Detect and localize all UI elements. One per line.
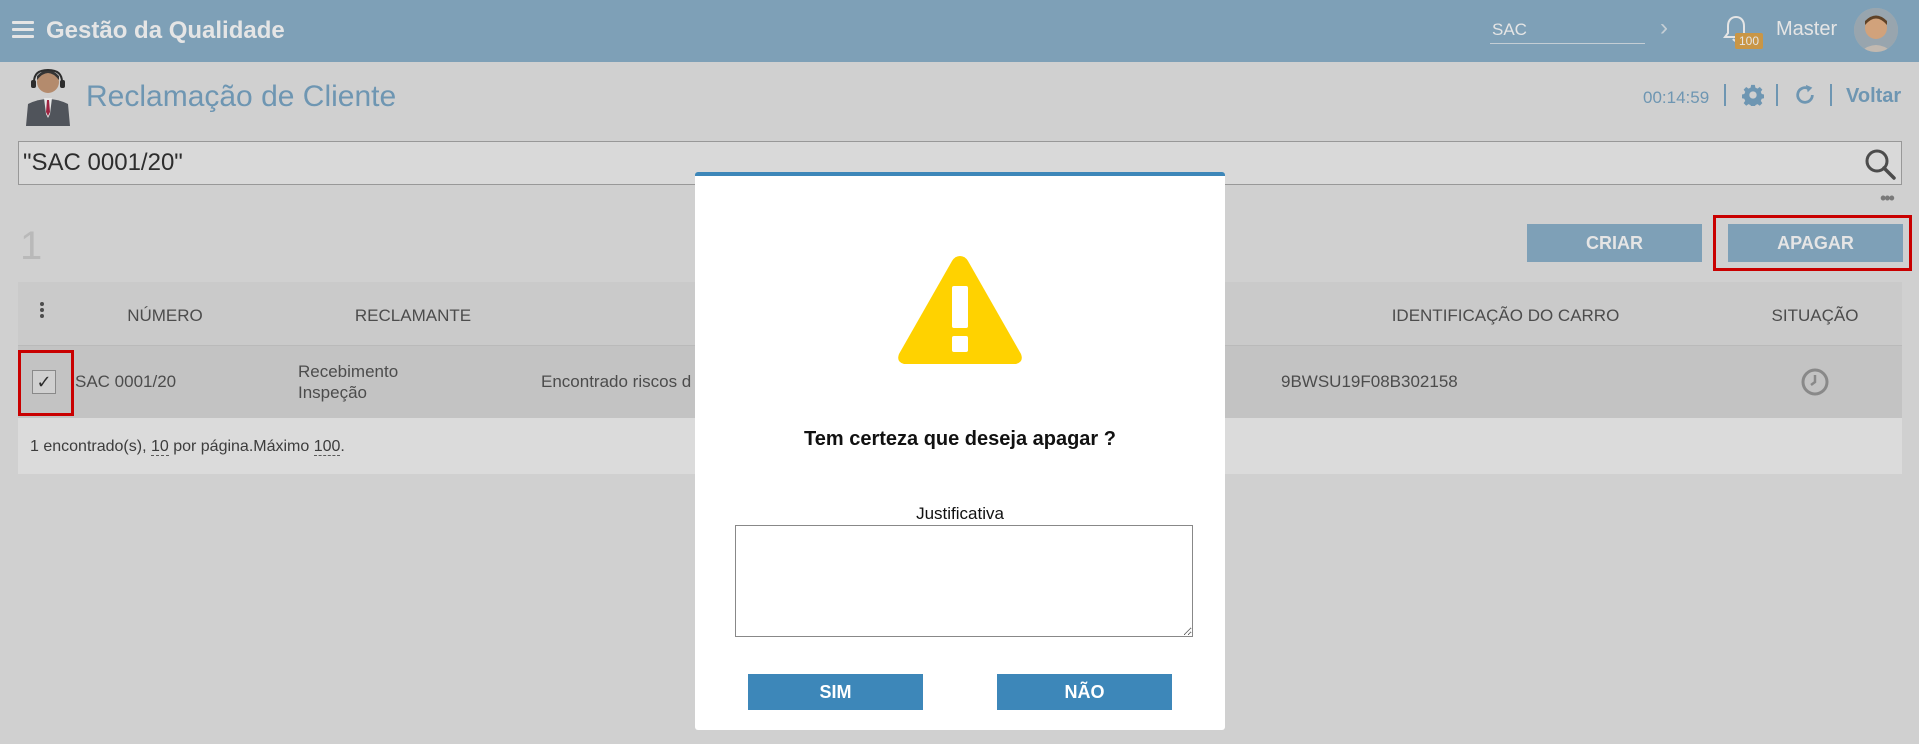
justificativa-textarea[interactable] xyxy=(735,525,1193,637)
confirm-no-button[interactable]: NÃO xyxy=(997,674,1172,710)
confirm-delete-dialog: Tem certeza que deseja apagar ? Justific… xyxy=(695,172,1225,730)
confirm-yes-button[interactable]: SIM xyxy=(748,674,923,710)
warning-icon xyxy=(898,256,1022,364)
justificativa-label: Justificativa xyxy=(916,504,1004,523)
confirm-question: Tem certeza que deseja apagar ? xyxy=(804,428,1116,450)
